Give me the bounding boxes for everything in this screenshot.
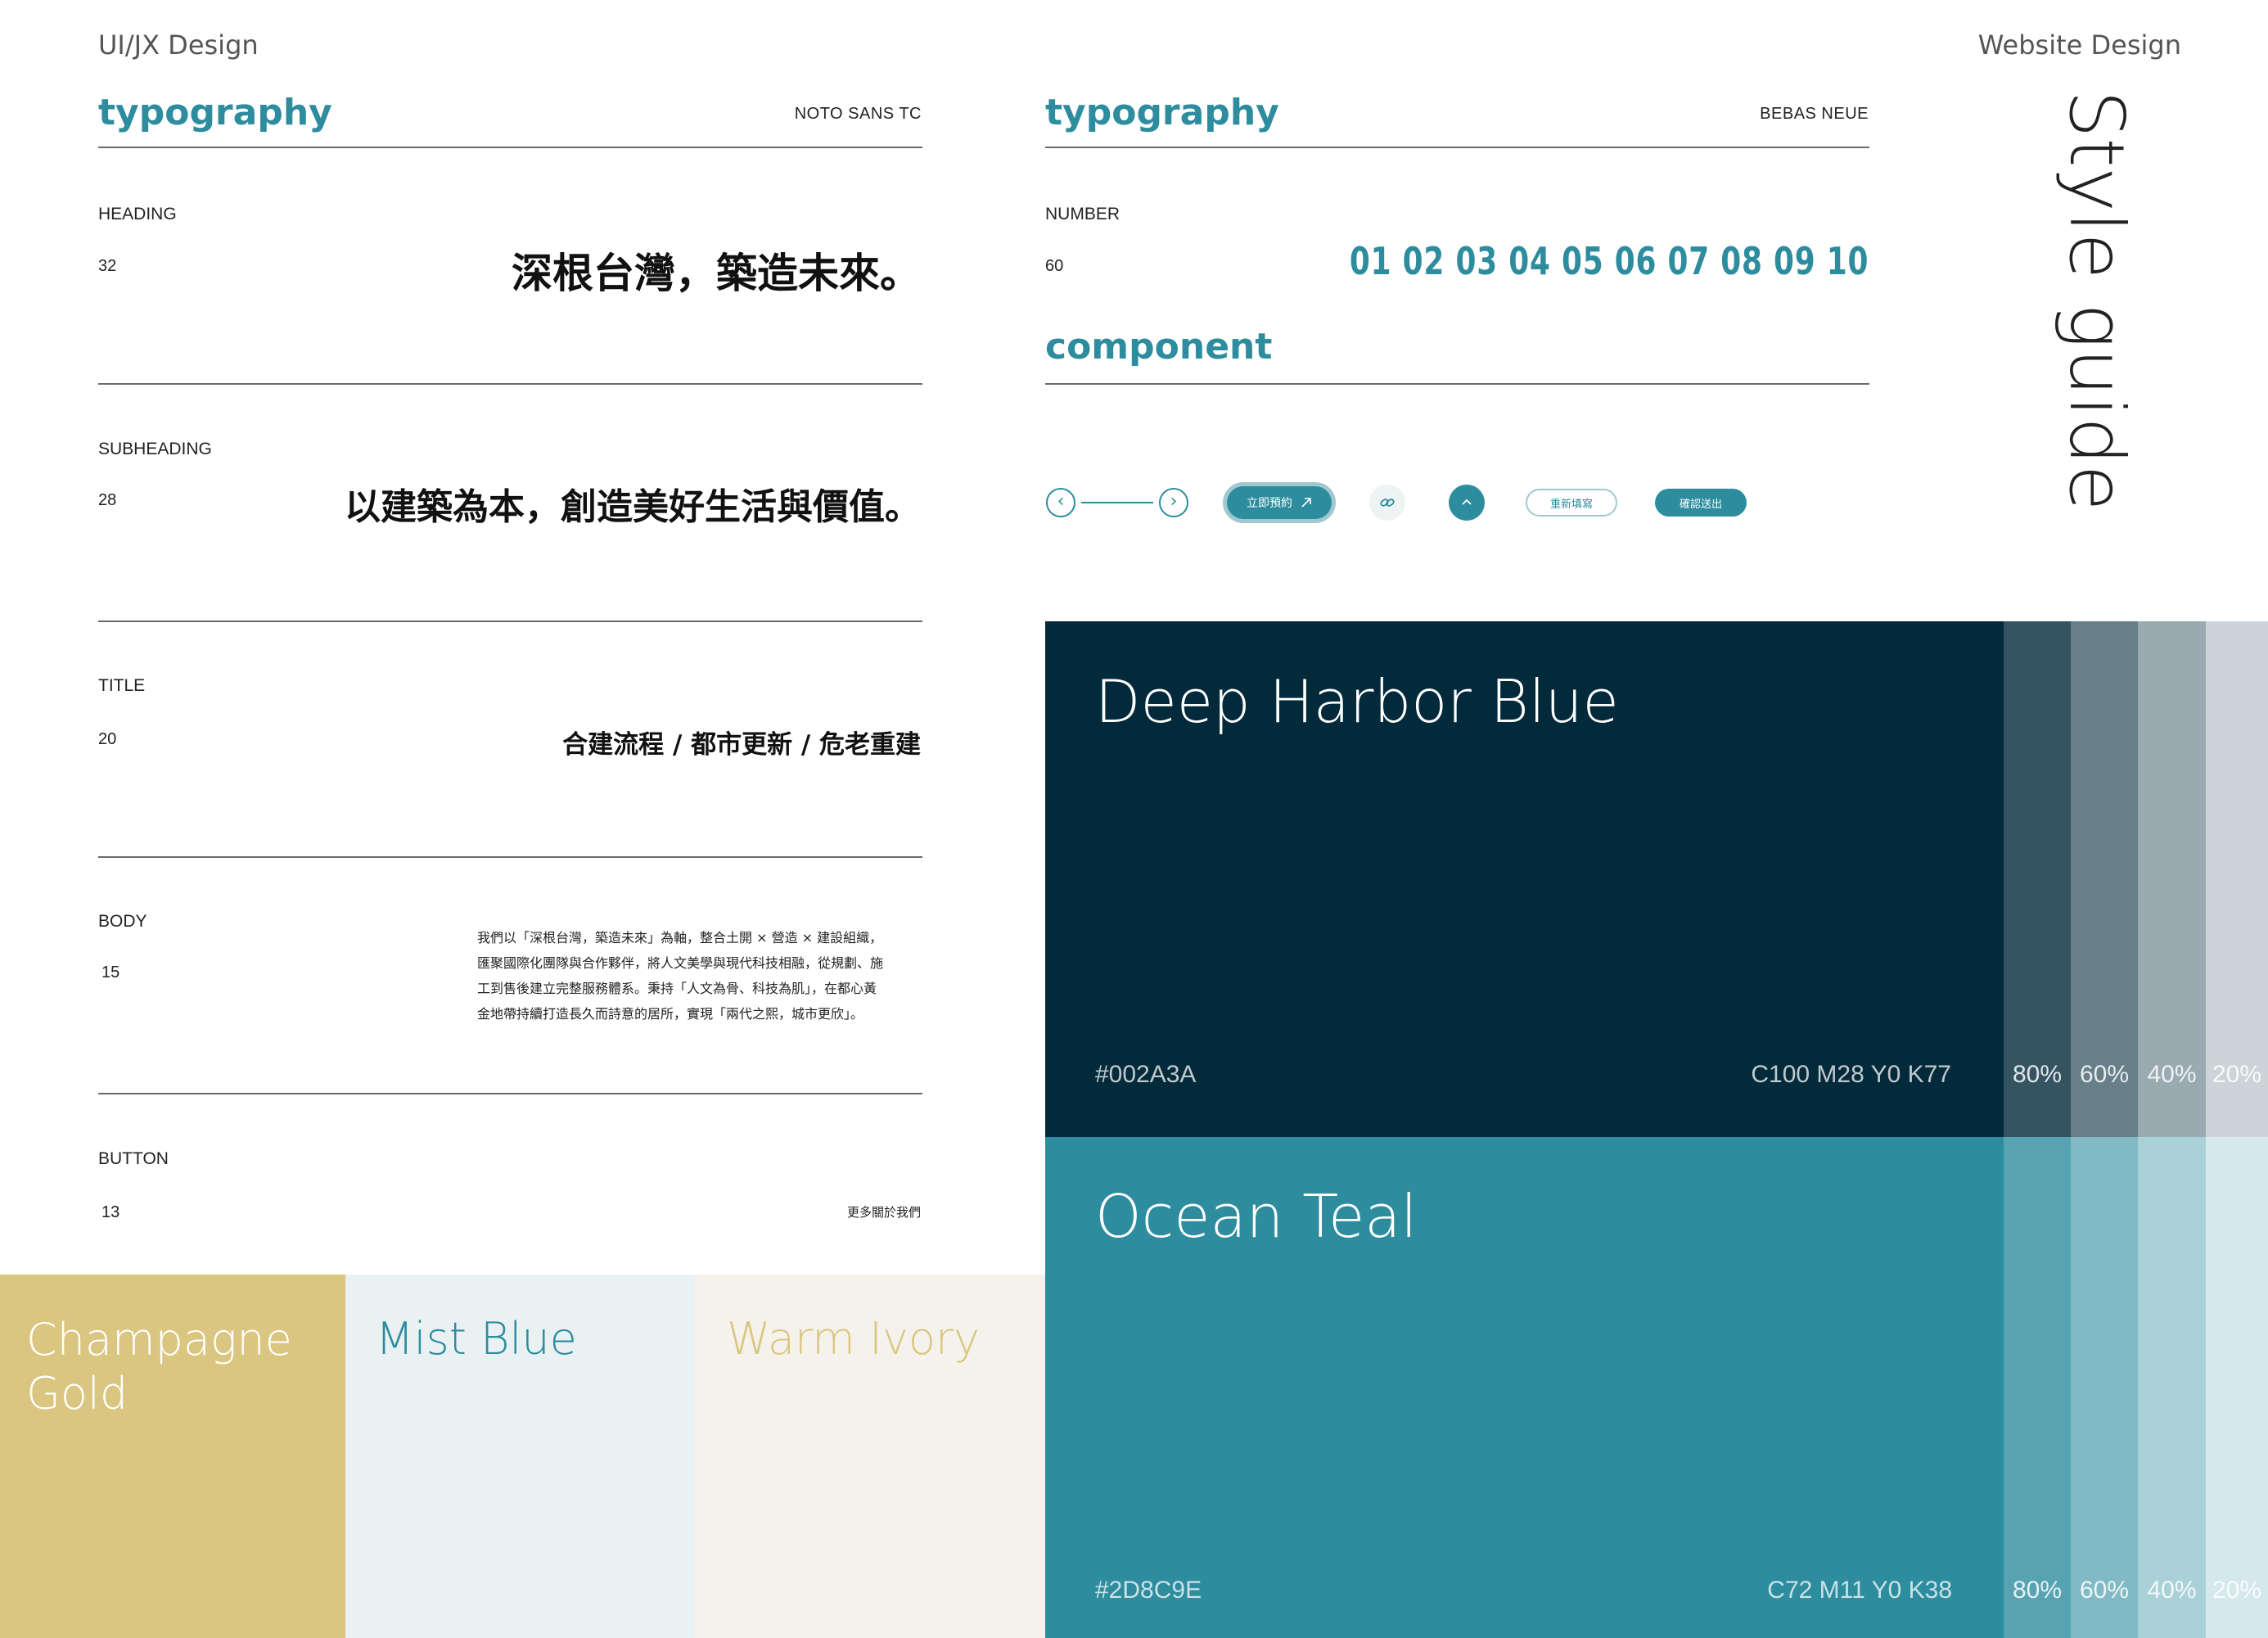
divider: [98, 620, 922, 622]
type-label-subheading: SUBHEADING: [98, 440, 212, 458]
font-name-bebas: BEBAS NEUE: [1760, 105, 1869, 123]
title-sample: 合建流程 / 都市更新 / 危老重建: [562, 730, 921, 760]
deep-harbor-blue-cmyk: C100 M28 Y0 K77: [1751, 1061, 1951, 1088]
divider: [98, 1093, 922, 1094]
subheading-sample: 以建築為本，創造美好生活與價值。: [345, 486, 921, 528]
champagne-gold-line2: Gold: [26, 1368, 129, 1419]
champagne-gold-line1: Champagne: [26, 1314, 292, 1365]
divider: [98, 383, 922, 385]
type-label-button: BUTTON: [98, 1149, 169, 1168]
tint-label-80: 80%: [2012, 1061, 2063, 1088]
type-size-body: 15: [101, 963, 120, 981]
type-size-subheading: 28: [98, 491, 117, 509]
book-now-inner: 立即預約: [1227, 486, 1332, 519]
link-button[interactable]: [1369, 485, 1405, 521]
body-sample: 我們以「深根台灣，築造未來」為軸，整合土開 × 營造 × 建設組織， 匯聚國際化…: [477, 925, 922, 1027]
tint-teal-80: [2004, 1137, 2071, 1638]
submit-button[interactable]: 確認送出: [1655, 489, 1747, 517]
type-size-title: 20: [98, 730, 117, 748]
divider: [1045, 147, 1869, 148]
book-now-button[interactable]: 立即預約: [1223, 482, 1336, 523]
font-name-noto: NOTO SANS TC: [794, 105, 922, 123]
carousel-prev-button[interactable]: ‹: [1046, 488, 1075, 517]
typography-heading-right: typography: [1045, 92, 1279, 133]
ocean-teal-name: Ocean Teal: [1095, 1182, 1418, 1251]
type-label-heading: HEADING: [98, 205, 177, 223]
carousel-next-button[interactable]: ›: [1159, 488, 1188, 517]
typography-heading-left: typography: [98, 92, 332, 133]
type-label-body: BODY: [98, 912, 147, 931]
champagne-gold-name: Champagne Gold: [26, 1313, 292, 1421]
reset-button[interactable]: 重新填寫: [1526, 489, 1617, 517]
style-guide-title-wrap: Style guide: [2053, 90, 2179, 511]
deep-harbor-blue-name: Deep Harbor Blue: [1095, 667, 1619, 736]
tint-label-40: 40%: [2147, 1577, 2197, 1604]
body-line: 金地帶持續打造長久而詩意的居所，實現「兩代之熙，城市更欣」。: [477, 1006, 864, 1022]
tint-teal-60: [2071, 1137, 2138, 1638]
warm-ivory-name: Warm Ivory: [727, 1313, 981, 1365]
body-line: 匯聚國際化團隊與合作夥伴，將人文美學與現代科技相融，從規劃、施: [477, 955, 884, 971]
chevron-right-icon: ›: [1170, 490, 1178, 512]
component-heading: component: [1045, 326, 1273, 368]
ocean-teal-hex: #2D8C9E: [1095, 1577, 1202, 1604]
tint-label-60: 60%: [2079, 1061, 2130, 1088]
tint-label-60: 60%: [2079, 1577, 2130, 1604]
chevron-left-icon: ‹: [1057, 490, 1065, 512]
tint-label-20: 20%: [2212, 1061, 2262, 1088]
heading-sample: 深根台灣，築造未來。: [512, 250, 921, 297]
tint-teal-20: [2206, 1137, 2268, 1638]
carousel-progress-line: [1081, 502, 1153, 503]
type-label-title: TITLE: [98, 676, 146, 695]
tint-label-80: 80%: [2012, 1577, 2063, 1604]
body-line: 工到售後建立完整服務體系。秉持「人文為骨、科技為肌」，在都心黃: [477, 981, 877, 996]
style-guide-vertical-title: Style guide: [2053, 90, 2140, 512]
type-size-button: 13: [101, 1203, 120, 1221]
tint-teal-40: [2138, 1137, 2206, 1638]
link-icon: [1380, 499, 1395, 507]
ocean-teal-cmyk: C72 M11 Y0 K38: [1767, 1577, 1952, 1604]
divider: [98, 147, 922, 148]
number-sample: 01 02 03 04 05 06 07 08 09 10: [1349, 239, 1869, 283]
type-size-heading: 32: [98, 257, 117, 275]
about-us-link[interactable]: 更多關於我們: [847, 1203, 921, 1221]
tint-label-20: 20%: [2212, 1577, 2262, 1604]
header-left-label: UI/JX Design: [98, 29, 259, 61]
tint-label-40: 40%: [2147, 1061, 2197, 1088]
type-size-number: 60: [1045, 257, 1064, 275]
chevron-up-icon: [1462, 499, 1472, 505]
divider: [98, 856, 922, 858]
tint-deep-20: [2206, 621, 2268, 1137]
tint-deep-80: [2004, 621, 2071, 1137]
scroll-top-button[interactable]: [1449, 485, 1485, 521]
body-line: 我們以「深根台灣，築造未來」為軸，整合土開 × 營造 × 建設組織，: [477, 930, 883, 945]
header-right-label: Website Design: [1977, 29, 2181, 61]
type-label-number: NUMBER: [1045, 205, 1120, 223]
deep-harbor-blue-hex: #002A3A: [1095, 1061, 1197, 1088]
tint-deep-40: [2138, 621, 2206, 1137]
mist-blue-name: Mist Blue: [376, 1313, 577, 1365]
tint-deep-60: [2071, 621, 2138, 1137]
divider: [1045, 383, 1869, 385]
book-now-label: 立即預約: [1247, 497, 1292, 510]
arrow-up-right-icon: [1301, 498, 1311, 508]
